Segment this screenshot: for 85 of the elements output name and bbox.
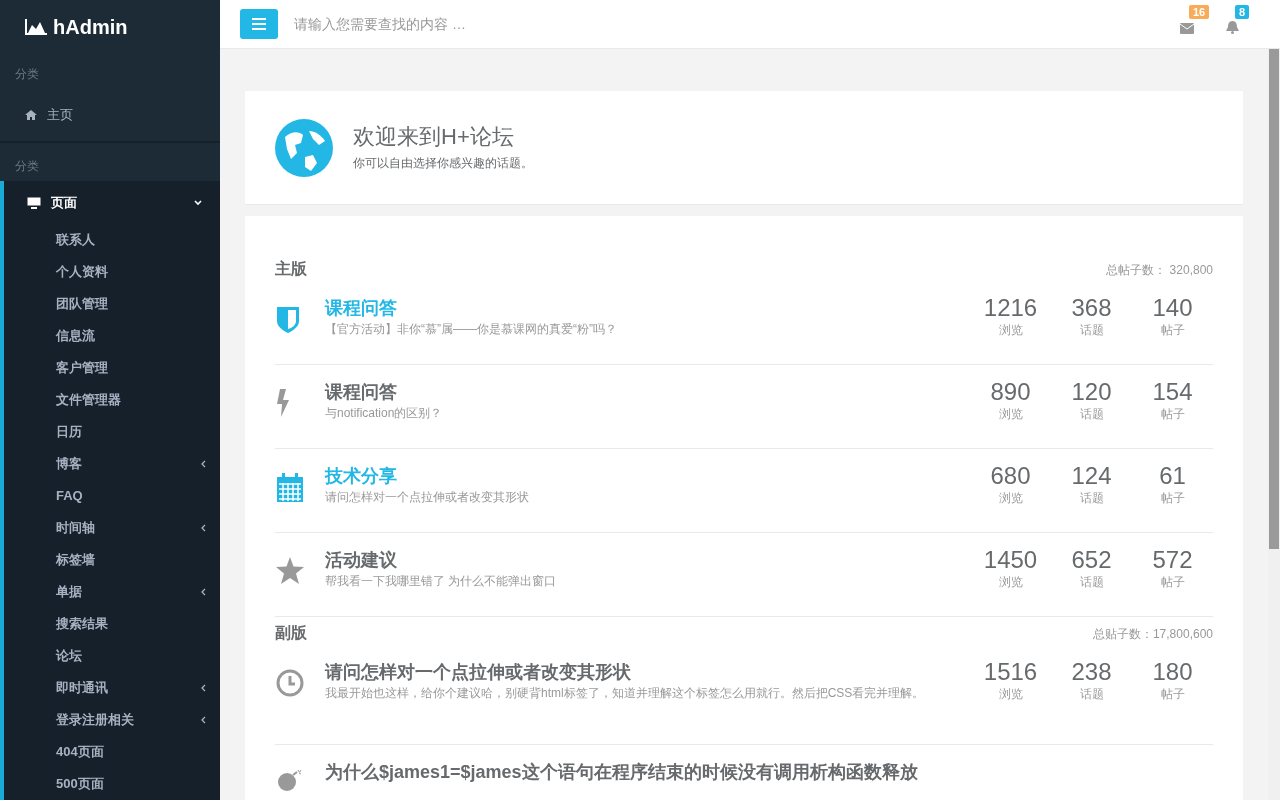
monitor-icon bbox=[27, 196, 41, 209]
chevron-left-icon bbox=[201, 716, 206, 724]
logo-text: hAdmin bbox=[53, 14, 128, 40]
nav-item[interactable]: 主页 bbox=[0, 88, 220, 142]
stat-value: 120 bbox=[1071, 379, 1112, 405]
stat-value: 124 bbox=[1071, 463, 1112, 489]
stat-label: 话题 bbox=[1079, 322, 1104, 339]
stat-value: 1450 bbox=[983, 547, 1038, 573]
nav-subitem[interactable]: FAQ bbox=[4, 480, 220, 512]
nav-subitem[interactable]: 单据 bbox=[4, 576, 220, 608]
stat-value: 1516 bbox=[983, 659, 1038, 685]
stat-label: 浏览 bbox=[998, 322, 1023, 339]
chevron-left-icon bbox=[201, 460, 206, 468]
stat-label: 浏览 bbox=[998, 490, 1023, 507]
nav-subitem[interactable]: 即时通讯 bbox=[4, 672, 220, 704]
topic-title[interactable]: 请问怎样对一个点拉伸或者改变其形状 bbox=[325, 659, 930, 685]
stat-value: 890 bbox=[990, 379, 1031, 405]
stat-label: 浏览 bbox=[998, 686, 1023, 703]
stat-value: 140 bbox=[1152, 295, 1193, 321]
globe-icon bbox=[275, 118, 333, 177]
post-total: 总帖子数： 320,800 bbox=[1106, 262, 1213, 279]
search-field[interactable]: 请输入您需要查找的内容 … bbox=[294, 9, 694, 39]
stat-value: 61 bbox=[1159, 463, 1186, 489]
welcome-title: 欢迎来到H+论坛 bbox=[353, 122, 515, 151]
stat-value: 154 bbox=[1152, 379, 1193, 405]
nav-subitem[interactable]: 标签墙 bbox=[4, 544, 220, 576]
stat-label: 话题 bbox=[1079, 686, 1104, 703]
menu-button[interactable] bbox=[240, 9, 278, 39]
bell-icon[interactable] bbox=[1226, 21, 1239, 34]
chevron-left-icon bbox=[201, 588, 206, 596]
home-icon bbox=[25, 110, 37, 120]
stat-value: 180 bbox=[1152, 659, 1193, 685]
nav-subitem[interactable]: 客户管理 bbox=[4, 352, 220, 384]
stat-label: 帖子 bbox=[1160, 686, 1185, 703]
scrollbar[interactable] bbox=[1268, 49, 1280, 800]
nav-subitem[interactable]: 论坛 bbox=[4, 640, 220, 672]
stat-label: 话题 bbox=[1079, 490, 1104, 507]
stat-value: 368 bbox=[1071, 295, 1112, 321]
topic-description: 请问怎样对一个点拉伸或者改变其形状 bbox=[325, 489, 530, 506]
nav-subitem[interactable]: 博客 bbox=[4, 448, 220, 480]
nav-subitem[interactable]: 日历 bbox=[4, 416, 220, 448]
stat-value: 680 bbox=[990, 463, 1031, 489]
section-heading: 分类 bbox=[14, 66, 40, 83]
topic-description: 【官方活动】非你“慕”属——你是慕课网的真爱“粉”吗？ bbox=[325, 321, 618, 338]
stat-label: 浏览 bbox=[998, 406, 1023, 423]
stat-label: 浏览 bbox=[998, 574, 1023, 591]
stat-label: 帖子 bbox=[1160, 490, 1185, 507]
stat-value: 1216 bbox=[983, 295, 1038, 321]
topic-description: 与notification的区别？ bbox=[325, 405, 444, 422]
section-title: 副版 bbox=[275, 623, 307, 643]
chevron-left-icon bbox=[201, 524, 206, 532]
nav-subitem[interactable]: 登录注册相关 bbox=[4, 704, 220, 736]
menu-icon bbox=[252, 18, 266, 30]
chevron-left-icon bbox=[201, 684, 206, 692]
nav-subitem[interactable]: 文件管理器 bbox=[4, 384, 220, 416]
nav-subitem[interactable]: 搜索结果 bbox=[4, 608, 220, 640]
chart-icon bbox=[25, 18, 47, 35]
count-badge: 16 bbox=[1189, 5, 1210, 19]
nav-subitem[interactable]: 404页面 bbox=[4, 736, 220, 768]
stat-value: 652 bbox=[1071, 547, 1112, 573]
stat-label: 帖子 bbox=[1160, 322, 1185, 339]
stat-value: 238 bbox=[1071, 659, 1112, 685]
topic-description: 我最开始也这样，给你个建议哈，别硬背html标签了，知道并理解这个标签怎么用就行。然后把CSS看完并理解。 bbox=[325, 685, 926, 702]
stat-label: 话题 bbox=[1079, 406, 1104, 423]
envelope-icon[interactable] bbox=[1180, 23, 1194, 34]
welcome-subtitle: 你可以自由选择你感兴趣的话题。 bbox=[353, 155, 533, 173]
stat-label: 帖子 bbox=[1160, 574, 1185, 591]
stat-label: 话题 bbox=[1079, 574, 1104, 591]
chevron-down-icon bbox=[194, 199, 202, 206]
nav-subitem[interactable]: 信息流 bbox=[4, 320, 220, 352]
topic-description: 帮我看一下我哪里错了 为什么不能弹出窗口 bbox=[325, 573, 558, 590]
nav-subitem[interactable]: 时间轴 bbox=[4, 512, 220, 544]
stat-label: 帖子 bbox=[1160, 406, 1185, 423]
topic-title[interactable]: 为什么$james1=$james这个语句在程序结束的时候没有调用析构函数释放 bbox=[325, 759, 1173, 785]
nav-item[interactable]: 页面 bbox=[4, 181, 220, 224]
section-title: 主版 bbox=[275, 259, 307, 279]
stat-value: 572 bbox=[1152, 547, 1193, 573]
count-badge: 8 bbox=[1235, 5, 1250, 19]
post-total: 总贴子数：17,800,600 bbox=[1092, 626, 1213, 643]
topic-title[interactable]: 活动建议 bbox=[325, 547, 930, 573]
nav-subitem[interactable]: 团队管理 bbox=[4, 288, 220, 320]
nav-subitem[interactable]: 联系人 bbox=[4, 224, 220, 256]
topic-title[interactable]: 课程问答 bbox=[325, 379, 930, 405]
nav-subitem[interactable]: 500页面 bbox=[4, 768, 220, 800]
nav-subitem[interactable]: 个人资料 bbox=[4, 256, 220, 288]
